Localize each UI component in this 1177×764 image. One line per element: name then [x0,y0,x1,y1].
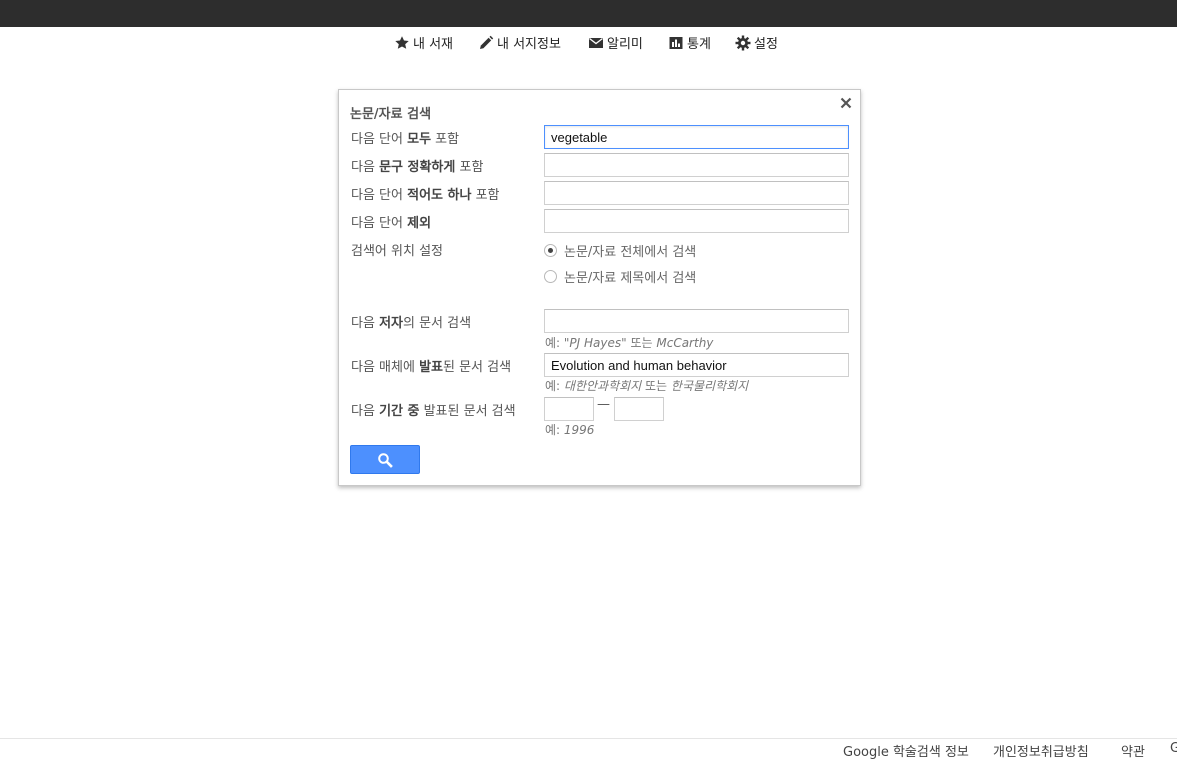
footer-link-terms[interactable]: 약관 [1121,741,1145,760]
year-from-input[interactable] [544,397,594,421]
exclude-words-label: 다음 단어 제외 [351,216,432,231]
date-range-separator: — [597,397,610,412]
publication-input[interactable] [544,353,849,377]
nav-settings-label: 설정 [754,37,778,52]
nav-stats-label: 통계 [687,37,711,52]
footer-link-about[interactable]: Google 학술검색 정보 [843,741,969,760]
chart-icon [668,35,684,51]
nav-alerts-label: 알리미 [607,37,643,52]
star-icon [394,35,410,51]
advanced-search-dialog: 논문/자료 검색 다음 단어 모두 포함 다음 문구 정확하게 포함 다음 단어… [338,89,861,486]
radio-title-label: 논문/자료 제목에서 검색 [564,271,697,286]
radio-search-anywhere[interactable]: 논문/자료 전체에서 검색 [544,241,696,260]
author-input[interactable] [544,309,849,333]
any-words-label: 다음 단어 적어도 하나 포함 [351,188,500,203]
close-icon[interactable] [838,95,854,111]
top-nav: 내 서재 내 서지정보 알리미 통계 설정 [0,33,1177,53]
nav-settings[interactable]: 설정 [735,33,778,52]
date-range-hint: 예: 1996 [545,423,595,437]
gear-icon [735,35,751,51]
all-words-input[interactable] [544,125,849,149]
nav-my-citations-label: 내 서지정보 [497,37,561,52]
nav-alerts[interactable]: 알리미 [588,33,643,52]
radio-anywhere-label: 논문/자료 전체에서 검색 [564,245,697,260]
year-to-input[interactable] [614,397,664,421]
search-icon [377,452,393,468]
nav-my-citations[interactable]: 내 서지정보 [478,33,561,52]
search-button[interactable] [350,445,420,474]
any-words-input[interactable] [544,181,849,205]
footer-link-privacy[interactable]: 개인정보취급방침 [993,741,1089,760]
publication-hint: 예: 대한안과학회지 또는 한국물리학회지 [545,379,749,393]
publication-label: 다음 매체에 발표된 문서 검색 [351,360,512,375]
exact-phrase-label: 다음 문구 정확하게 포함 [351,160,484,175]
radio-button-selected[interactable] [544,244,557,257]
author-label: 다음 저자의 문서 검색 [351,316,472,331]
exact-phrase-input[interactable] [544,153,849,177]
top-bar [0,0,1177,27]
envelope-icon [588,35,604,51]
author-hint: 예: "PJ Hayes" 또는 McCarthy [545,336,714,350]
nav-my-library[interactable]: 내 서재 [394,33,453,52]
dialog-title: 논문/자료 검색 [350,107,432,122]
footer-link-cut[interactable]: G [1170,741,1177,756]
radio-button[interactable] [544,270,557,283]
pencil-icon [478,35,494,51]
nav-stats[interactable]: 통계 [668,33,711,52]
search-location-label: 검색어 위치 설정 [351,244,443,259]
all-words-label: 다음 단어 모두 포함 [351,132,460,147]
date-range-label: 다음 기간 중 발표된 문서 검색 [351,404,516,419]
nav-my-library-label: 내 서재 [413,37,454,52]
footer: Google 학술검색 정보 개인정보취급방침 약관 G [0,738,1177,764]
exclude-words-input[interactable] [544,209,849,233]
radio-search-title[interactable]: 논문/자료 제목에서 검색 [544,267,696,286]
